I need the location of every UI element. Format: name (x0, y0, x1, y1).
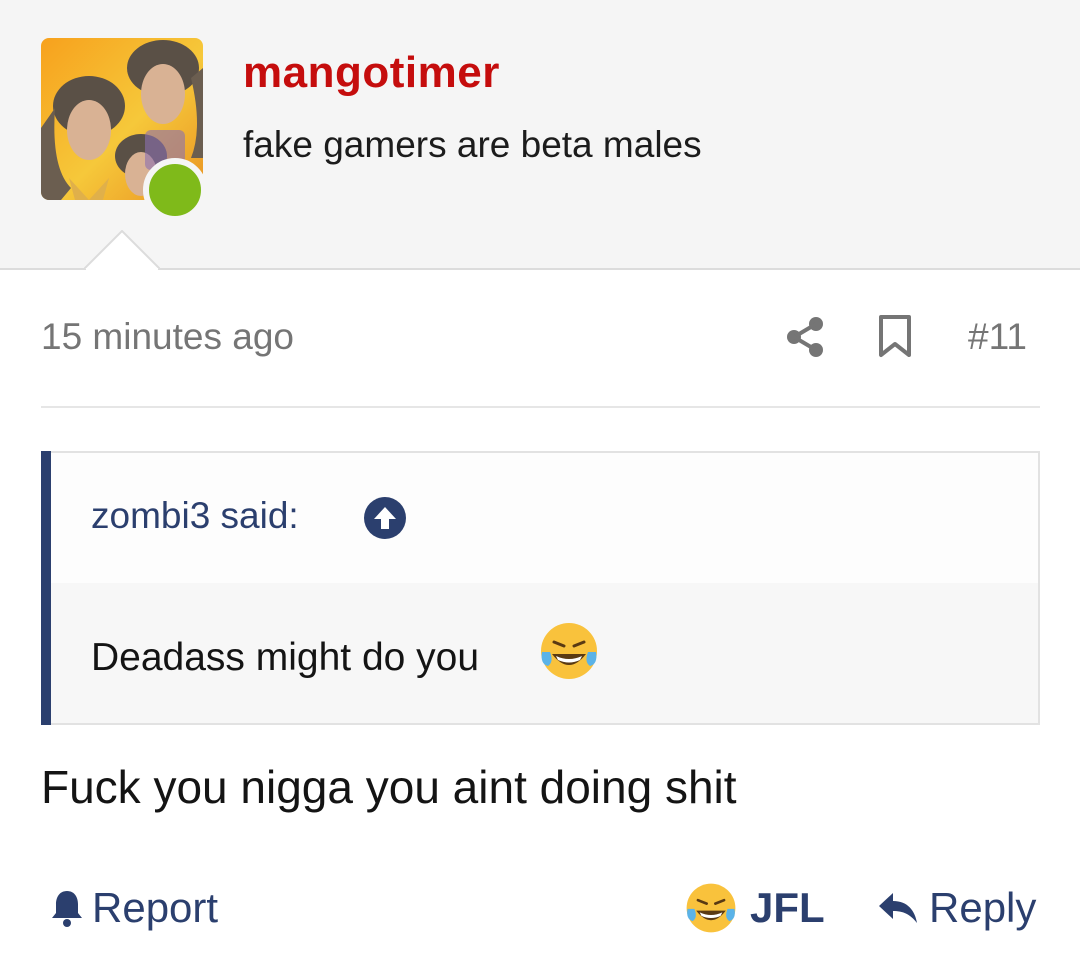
report-label: Report (92, 884, 219, 931)
jfl-reaction-button[interactable]: JFL (684, 878, 825, 938)
divider (41, 406, 1040, 408)
arrow-up-circle-icon[interactable] (363, 496, 407, 540)
quote-text: Deadass might do you (91, 636, 480, 679)
username[interactable]: mangotimer (243, 48, 500, 98)
report-button[interactable]: Report (50, 880, 218, 936)
jfl-label: JFL (750, 884, 825, 931)
user-title: fake gamers are beta males (243, 124, 702, 165)
bookmark-icon[interactable] (878, 314, 912, 358)
post-message: Fuck you nigga you aint doing shit (41, 761, 737, 813)
reply-button[interactable]: Reply (877, 880, 1036, 936)
share-icon[interactable] (785, 316, 825, 358)
bell-icon (52, 891, 82, 927)
quote-author[interactable]: zombi3 said: (91, 495, 299, 537)
quote-bar (41, 451, 51, 725)
tears-of-joy-emoji-icon (538, 620, 600, 682)
tears-of-joy-emoji-icon (686, 883, 736, 933)
reply-label: Reply (929, 884, 1037, 931)
post-timestamp[interactable]: 15 minutes ago (41, 316, 294, 358)
post-number[interactable]: #11 (968, 316, 1027, 358)
reply-arrow-icon (879, 893, 917, 923)
online-status-indicator (143, 158, 207, 222)
